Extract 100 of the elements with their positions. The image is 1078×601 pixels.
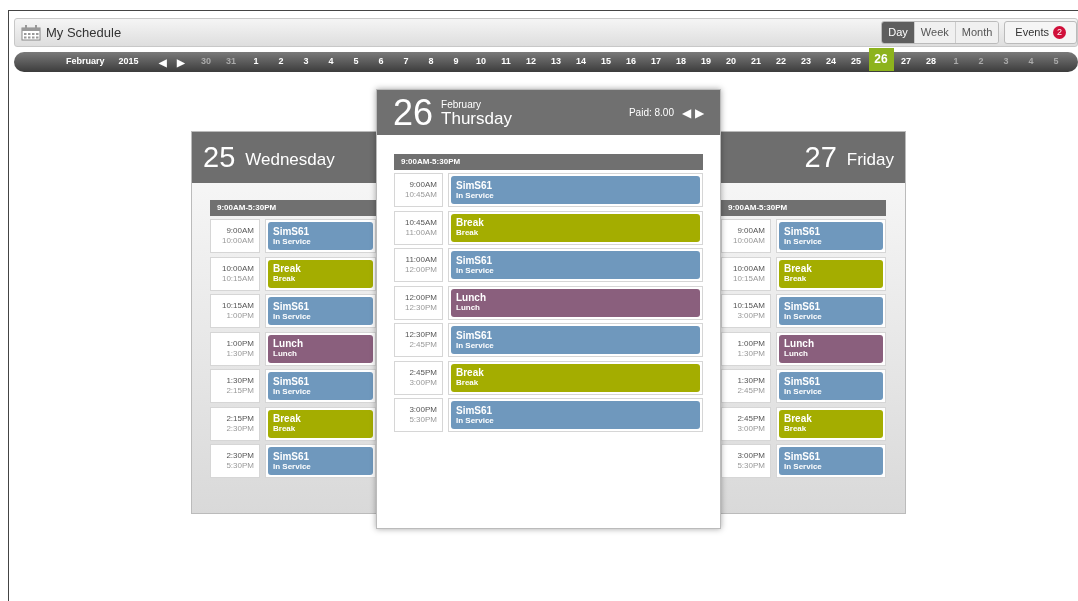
events-button[interactable]: Events 2 (1004, 21, 1077, 44)
previous-month-button[interactable]: ◀ (158, 54, 167, 70)
event-title: Break (784, 414, 813, 424)
date-item[interactable]: 25 (843, 53, 869, 71)
event-title: Lunch (456, 293, 487, 303)
start-time: 10:45AM (404, 217, 437, 228)
schedule-event[interactable]: Lunch Lunch (451, 288, 700, 317)
event-subtitle: In Service (273, 236, 312, 246)
event-subtitle: In Service (784, 461, 823, 471)
previous-day-button[interactable]: ◀ (682, 106, 691, 119)
start-time: 1:30PM (737, 376, 765, 386)
date-item[interactable]: 23 (793, 53, 819, 71)
view-tab[interactable]: Day (882, 22, 914, 43)
event-title: SimS61 (273, 376, 311, 387)
shift-band: 9:00AM-5:30PM (394, 154, 703, 170)
start-time: 12:00PM (404, 292, 437, 303)
date-item[interactable]: 5 (343, 53, 369, 71)
date-item[interactable]: 7 (393, 53, 419, 71)
start-time: 9:00AM (226, 226, 254, 236)
start-time: 9:00AM (409, 180, 437, 190)
view-tab[interactable]: Week (913, 22, 955, 43)
next-month-button[interactable]: ▶ (176, 54, 185, 70)
end-time: 5:30PM (226, 461, 254, 471)
end-time: 3:00PM (737, 311, 765, 321)
shift-band: 9:00AM-5:30PM (721, 200, 886, 216)
schedule-event[interactable]: Lunch Lunch (268, 334, 373, 363)
date-item[interactable]: 28 (918, 53, 944, 71)
date-item[interactable]: 11 (493, 53, 519, 71)
date-item[interactable]: 19 (693, 53, 719, 71)
date-item[interactable]: 3 (293, 53, 319, 71)
end-time: 3:00PM (737, 423, 765, 434)
end-time: 12:30PM (404, 302, 437, 313)
date-item[interactable]: 14 (568, 53, 594, 71)
event-subtitle: In Service (456, 340, 495, 350)
event-title: Break (456, 218, 485, 228)
date-item[interactable]: 17 (643, 53, 669, 71)
date-item[interactable]: 4 (318, 53, 344, 71)
date-item[interactable]: 2 (968, 53, 994, 71)
start-time: 1:00PM (737, 338, 765, 349)
start-time: 10:15AM (221, 301, 254, 311)
page-title: My Schedule (46, 23, 122, 42)
end-time: 3:00PM (409, 377, 437, 388)
event-subtitle: Lunch (784, 349, 809, 358)
date-item[interactable]: 9 (443, 53, 469, 71)
date-item[interactable]: 27 (893, 53, 919, 71)
event-subtitle: In Service (784, 386, 823, 396)
calendar-icon (21, 24, 41, 41)
schedule-event[interactable]: Lunch Lunch (779, 334, 883, 363)
event-title: Break (273, 414, 302, 424)
shift-band: 9:00AM-5:30PM (210, 200, 376, 216)
month-label: February (441, 99, 483, 110)
start-time: 1:30PM (226, 376, 254, 386)
date-item[interactable]: 1 (243, 53, 269, 71)
view-tab[interactable]: Month (954, 22, 999, 43)
event-subtitle: Break (456, 378, 480, 387)
date-item[interactable]: 21 (743, 53, 769, 71)
end-time: 10:15AM (221, 273, 254, 284)
event-subtitle: In Service (784, 236, 823, 246)
end-time: 2:30PM (226, 423, 254, 434)
event-subtitle: In Service (273, 386, 312, 396)
start-time: 2:15PM (226, 413, 254, 424)
start-time: 12:30PM (404, 330, 437, 340)
date-item[interactable]: 18 (668, 53, 694, 71)
start-time: 2:45PM (737, 413, 765, 424)
event-subtitle: Break (784, 424, 808, 433)
event-title: SimS61 (456, 405, 494, 416)
date-item[interactable]: 16 (618, 53, 644, 71)
event-subtitle: Break (456, 228, 480, 237)
date-item[interactable]: 12 (518, 53, 544, 71)
year-label: 2015 (118, 55, 139, 69)
day-number: 27 (804, 143, 837, 172)
end-time: 11:00AM (405, 227, 437, 238)
date-item[interactable]: 13 (543, 53, 569, 71)
event-title: SimS61 (784, 226, 822, 237)
month-label: February (66, 55, 105, 69)
date-item[interactable]: 10 (468, 53, 494, 71)
end-time: 5:30PM (409, 415, 437, 425)
event-subtitle: In Service (273, 461, 312, 471)
weekday-label: Friday (846, 148, 894, 171)
event-title: Break (456, 368, 485, 378)
date-item[interactable]: 15 (593, 53, 619, 71)
date-item[interactable]: 2 (268, 53, 294, 71)
weekday-label: Thursday (441, 110, 512, 128)
start-time: 2:45PM (409, 367, 437, 378)
date-item[interactable]: 8 (418, 53, 444, 71)
events-count-badge: 2 (1053, 26, 1066, 39)
date-item[interactable]: 22 (768, 53, 794, 71)
event-title: SimS61 (456, 255, 494, 266)
date-item[interactable]: 20 (718, 53, 744, 71)
next-day-button[interactable]: ▶ (695, 106, 704, 119)
date-item[interactable]: 24 (818, 53, 844, 71)
event-title: Lunch (273, 339, 304, 349)
weekday-label: Wednesday (245, 148, 335, 171)
end-time: 2:45PM (409, 340, 437, 350)
date-item[interactable]: 6 (368, 53, 394, 71)
end-time: 10:00AM (732, 236, 765, 246)
end-time: 1:30PM (226, 348, 254, 359)
event-title: SimS61 (273, 451, 311, 462)
event-title: Break (273, 264, 302, 274)
end-time: 10:00AM (221, 236, 254, 246)
